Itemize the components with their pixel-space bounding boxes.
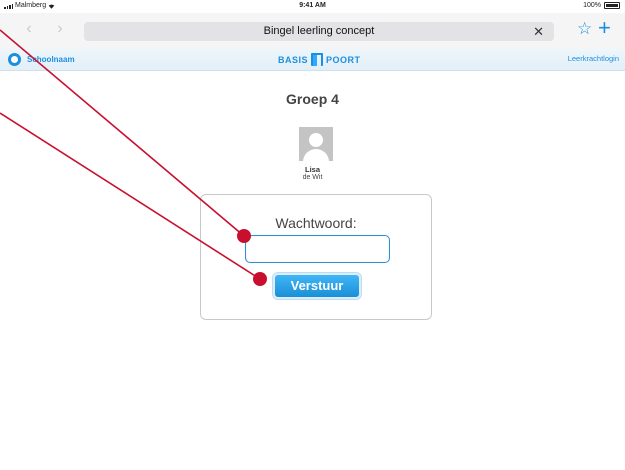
chevron-left-icon[interactable]: ‹: [20, 20, 38, 38]
password-input[interactable]: [245, 235, 390, 263]
battery-indicator: 100%: [583, 2, 620, 9]
basispoort-logo: BASIS POORT: [278, 53, 361, 66]
submit-button[interactable]: Verstuur: [273, 273, 361, 299]
group-title: Groep 4: [286, 91, 339, 107]
teacher-login-link[interactable]: Leerkrachtlogin: [568, 54, 619, 63]
app-header: Schoolnaam BASIS POORT Leerkrachtlogin: [0, 49, 625, 71]
logo-text-left: BASIS: [278, 54, 309, 65]
school-selector[interactable]: Schoolnaam: [8, 53, 75, 66]
school-icon: [8, 53, 21, 66]
avatar-body: [303, 149, 329, 161]
door-icon: [311, 53, 324, 66]
avatar-head: [309, 133, 323, 147]
student-last-name: de Wit: [302, 174, 323, 181]
plus-icon[interactable]: +: [598, 16, 611, 40]
avatar: [299, 127, 333, 161]
battery-icon: [604, 2, 620, 9]
address-bar[interactable]: Bingel leerling concept ✕: [84, 22, 554, 41]
close-icon[interactable]: ✕: [533, 23, 544, 40]
logo-text-right: POORT: [326, 54, 361, 65]
battery-percent: 100%: [583, 2, 601, 9]
chevron-right-icon[interactable]: ›: [51, 20, 69, 38]
login-card: Wachtwoord: Verstuur: [200, 194, 432, 320]
status-bar: Malmberg 9:41 AM 100%: [0, 0, 625, 13]
browser-toolbar: ‹ › Bingel leerling concept ✕ ☆ +: [0, 13, 625, 49]
clock: 9:41 AM: [299, 2, 326, 9]
school-name: Schoolnaam: [27, 55, 75, 64]
star-icon[interactable]: ☆: [577, 19, 592, 39]
page-title: Bingel leerling concept: [263, 25, 375, 37]
password-label: Wachtwoord:: [275, 215, 357, 231]
student-first-name: Lisa: [304, 165, 320, 174]
